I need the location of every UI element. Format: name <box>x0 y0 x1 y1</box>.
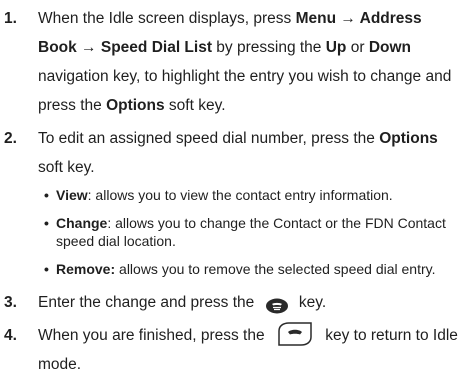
step-number: 3. <box>4 294 17 311</box>
step-number: 4. <box>4 327 17 344</box>
option-term: View <box>56 187 88 203</box>
step-number: 2. <box>4 130 17 147</box>
option-remove: Remove: allows you to remove the selecte… <box>44 260 464 278</box>
step-text: Enter the change and press the <box>38 294 259 311</box>
option-description: allows you to remove the selected speed … <box>115 261 436 277</box>
step-text: To edit an assigned speed dial number, p… <box>38 130 380 147</box>
step-text: When you are finished, press the <box>38 327 269 344</box>
up-key-term: Up <box>325 39 347 56</box>
step-text: by pressing the <box>212 39 326 56</box>
menu-term: Menu <box>295 10 337 27</box>
down-key-term: Down <box>368 39 411 56</box>
option-term: Remove: <box>56 261 116 277</box>
step-3: 3. Enter the change and press the key. <box>0 288 464 317</box>
option-list: View: allows you to view the contact ent… <box>0 186 464 278</box>
option-description: : allows you to change the Contact or th… <box>56 215 446 249</box>
step-number: 1. <box>4 10 17 27</box>
instructions-page: 1. When the Idle screen displays, press … <box>0 0 472 392</box>
step-text: key. <box>294 294 327 311</box>
options-term: Options <box>379 130 438 147</box>
step-text: When the Idle screen displays, press <box>38 10 296 27</box>
option-change: Change: allows you to change the Contact… <box>44 214 464 250</box>
arrow-text: → <box>76 39 101 56</box>
step-text: soft key. <box>38 159 95 176</box>
end-key-icon <box>275 321 315 347</box>
send-key-icon <box>265 295 289 314</box>
step-2: 2. To edit an assigned speed dial number… <box>0 124 464 182</box>
step-text: navigation key, to highlight the entry y… <box>38 68 452 114</box>
option-term: Change <box>56 215 108 231</box>
step-4: 4. When you are finished, press the key … <box>0 321 464 379</box>
options-term: Options <box>106 97 165 114</box>
step-1: 1. When the Idle screen displays, press … <box>0 4 464 120</box>
arrow-text: → <box>336 10 360 27</box>
speed-dial-list-term: Speed Dial List <box>100 39 212 56</box>
step-text: soft key. <box>164 97 226 114</box>
option-view: View: allows you to view the contact ent… <box>44 186 464 204</box>
option-description: : allows you to view the contact entry i… <box>87 187 393 203</box>
step-text: or <box>346 39 369 56</box>
